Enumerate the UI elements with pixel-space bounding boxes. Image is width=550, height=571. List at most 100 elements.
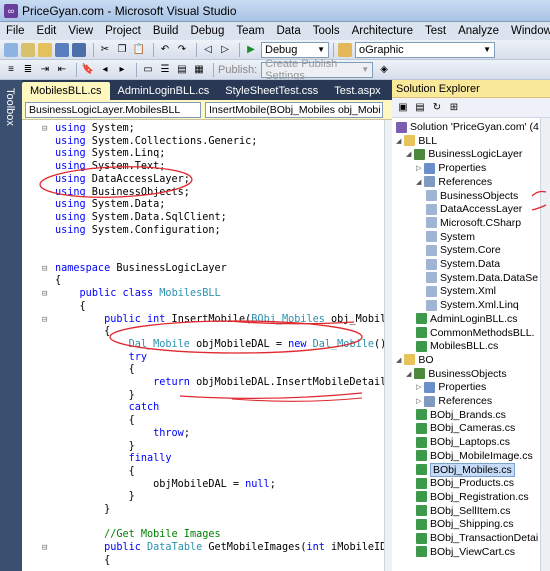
tab-adminloginbll-cs[interactable]: AdminLoginBLL.cs [110, 82, 218, 100]
editor-vertical-scrollbar[interactable] [384, 120, 392, 571]
menu-analyze[interactable]: Analyze [458, 25, 499, 37]
menu-view[interactable]: View [68, 25, 93, 37]
menu-tools[interactable]: Tools [313, 25, 340, 37]
collapse-outline-icon[interactable]: ⊟ [42, 288, 47, 301]
view-class-diagram-icon[interactable]: ⊞ [447, 101, 461, 115]
collapse-outline-icon[interactable]: ⊟ [42, 263, 47, 276]
text-editor-icon[interactable]: ≡ [4, 63, 18, 77]
collapse-outline-icon[interactable]: ⊟ [42, 123, 47, 136]
tree-item[interactable]: CommonMethodsBLL. [416, 326, 534, 340]
menu-project[interactable]: Project [105, 25, 141, 37]
menu-data[interactable]: Data [276, 25, 300, 37]
solution-explorer-scrollbar[interactable] [540, 118, 550, 571]
menu-file[interactable]: File [6, 25, 25, 37]
tree-item[interactable]: BObj_ViewCart.cs [416, 545, 515, 559]
show-all-files-icon[interactable]: ▤ [413, 101, 427, 115]
save-icon[interactable] [55, 42, 69, 57]
menu-build[interactable]: Build [153, 25, 179, 37]
menu-test[interactable]: Test [425, 25, 446, 37]
undo-icon[interactable]: ↶ [158, 43, 172, 57]
tree-item[interactable]: ◢ BusinessLogicLayer [406, 147, 522, 161]
layout-icon[interactable]: ▭ [141, 63, 155, 77]
collapse-arrow-icon[interactable]: ◢ [416, 178, 421, 186]
tab-stylesheettest-css[interactable]: StyleSheetTest.css [217, 82, 326, 100]
tree-item[interactable]: ◢ BLL [396, 134, 437, 148]
tree-item[interactable]: System.Xml.Linq [426, 298, 519, 312]
tab-mobilesbll-cs[interactable]: MobilesBLL.cs [22, 82, 110, 100]
copy-icon[interactable]: ❐ [115, 43, 129, 57]
tree-item[interactable]: ▷ Properties [416, 380, 486, 394]
menu-architecture[interactable]: Architecture [352, 25, 413, 37]
expand-arrow-icon[interactable]: ▷ [416, 397, 421, 405]
tree-item[interactable]: ◢ BusinessObjects [406, 367, 507, 381]
tree-item[interactable]: BusinessObjects [426, 189, 518, 203]
tree-item[interactable]: MobilesBLL.cs [416, 339, 498, 353]
menu-team[interactable]: Team [236, 25, 264, 37]
tree-item[interactable]: ▷ References [416, 394, 492, 408]
align-icon[interactable]: ☰ [158, 63, 172, 77]
toolbox-strip[interactable]: Toolbox [0, 80, 22, 571]
tree-item[interactable]: AdminLoginBLL.cs [416, 312, 518, 326]
tree-item[interactable]: System.Data [426, 257, 500, 271]
collapse-outline-icon[interactable]: ⊟ [42, 542, 47, 555]
add-item-icon[interactable] [21, 42, 35, 57]
collapse-arrow-icon[interactable]: ◢ [406, 150, 411, 158]
format-icon[interactable]: ▤ [175, 63, 189, 77]
collapse-outline-icon[interactable]: ⊟ [42, 314, 47, 327]
comment-icon[interactable]: ≣ [21, 63, 35, 77]
code-area[interactable]: using System; using System.Collections.Ge… [22, 120, 384, 571]
tree-item[interactable]: BObj_Registration.cs [416, 490, 529, 504]
tree-item[interactable]: BObj_Products.cs [416, 476, 514, 490]
outdent-icon[interactable]: ⇤ [55, 63, 69, 77]
publish-web-icon[interactable]: ◈ [377, 63, 391, 77]
expand-arrow-icon[interactable]: ▷ [416, 383, 421, 391]
open-file-icon[interactable] [38, 42, 52, 57]
tree-item[interactable]: System [426, 230, 475, 244]
tree-item[interactable]: ▷ Properties [416, 161, 486, 175]
start-debugging-icon[interactable]: ▶ [244, 43, 258, 57]
collapse-arrow-icon[interactable]: ◢ [396, 356, 401, 364]
tree-item[interactable]: ◢ References [416, 175, 492, 189]
tree-item[interactable]: System.Xml [426, 284, 496, 298]
paste-icon[interactable]: 📋 [132, 43, 146, 57]
collapse-arrow-icon[interactable]: ◢ [406, 370, 411, 378]
tree-item[interactable]: Microsoft.CSharp [426, 216, 521, 230]
tree-item[interactable]: BObj_Laptops.cs [416, 435, 510, 449]
publish-settings-combo[interactable]: Create Publish Settings ▼ [261, 58, 374, 82]
tree-item[interactable]: BObj_Cameras.cs [416, 421, 515, 435]
tree-item[interactable]: BObj_TransactionDetai [416, 531, 538, 545]
tree-item[interactable]: BObj_Brands.cs [416, 408, 506, 422]
member-combo[interactable]: InsertMobile(BObj_Mobiles obj_Mobi [205, 101, 383, 118]
menu-window[interactable]: Window [511, 25, 550, 37]
navigate-back-icon[interactable]: ◁ [201, 43, 215, 57]
refresh-icon[interactable]: ↻ [430, 101, 444, 115]
table-icon[interactable]: ▦ [192, 63, 206, 77]
bookmark-prev-icon[interactable]: ◂ [98, 63, 112, 77]
collapse-arrow-icon[interactable]: ◢ [396, 137, 401, 145]
tab-test-aspx[interactable]: Test.aspx [326, 82, 388, 100]
tree-item[interactable]: BObj_Shipping.cs [416, 517, 513, 531]
indent-icon[interactable]: ⇥ [38, 63, 52, 77]
bookmark-next-icon[interactable]: ▸ [115, 63, 129, 77]
expand-arrow-icon[interactable]: ▷ [416, 164, 421, 172]
find-combo[interactable]: oGraphic ▼ [355, 41, 495, 58]
properties-icon[interactable]: ▣ [396, 101, 410, 115]
tree-item[interactable]: DataAccessLayer [426, 202, 522, 216]
solution-configuration-combo[interactable]: Debug ▼ [261, 41, 329, 58]
bookmark-icon[interactable]: 🔖 [81, 63, 95, 77]
class-combo[interactable]: BusinessLogicLayer.MobilesBLL [25, 101, 201, 118]
tree-item[interactable]: ◢ BO [396, 353, 434, 367]
tree-item[interactable]: BObj_MobileImage.cs [416, 449, 533, 463]
tree-item[interactable]: Solution 'PriceGyan.com' (4 proje [396, 120, 540, 134]
save-all-icon[interactable] [72, 42, 86, 57]
tree-item[interactable]: System.Data.DataSe [426, 271, 538, 285]
menu-debug[interactable]: Debug [190, 25, 224, 37]
tree-item[interactable]: System.Core [426, 243, 501, 257]
new-project-icon[interactable] [4, 42, 18, 57]
cut-icon[interactable]: ✂ [98, 43, 112, 57]
tree-item[interactable]: BObj_SellItem.cs [416, 504, 511, 518]
menu-edit[interactable]: Edit [37, 25, 57, 37]
tree-item[interactable]: BObj_Mobiles.cs [416, 462, 515, 477]
redo-icon[interactable]: ↷ [175, 43, 189, 57]
navigate-forward-icon[interactable]: ▷ [218, 43, 232, 57]
